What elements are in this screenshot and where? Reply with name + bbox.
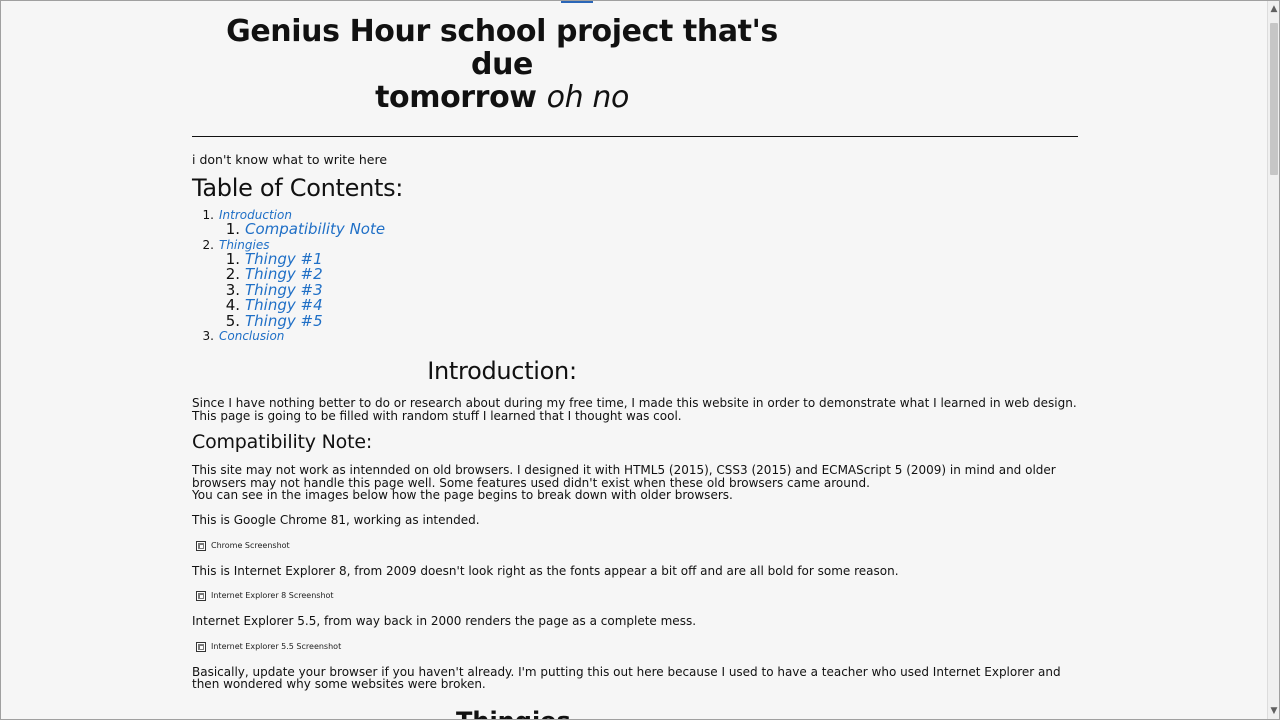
toc-subitem-thingy-5: 5. Thingy #5 <box>226 312 1078 330</box>
compatibility-heading: Compatibility Note: <box>192 431 373 454</box>
ie55-screenshot-image: Internet Explorer 5.5 Screenshot <box>196 640 1078 654</box>
broken-image-icon <box>196 591 206 602</box>
chrome-screenshot-alt: Chrome Screenshot <box>211 540 290 550</box>
toc-link-conclusion[interactable]: Conclusion <box>219 329 284 343</box>
toc-subitem-thingy-2: 2. Thingy #2 <box>226 266 1078 283</box>
scrollbar-thumb[interactable] <box>1270 23 1278 175</box>
toc-subitem-thingy-1: 1. Thingy #1 <box>226 251 1078 268</box>
introduction-paragraph: Since I have nothing better to do or res… <box>192 397 1078 422</box>
toc-subitem-compatibility: 1. Compatibility Note <box>226 220 1078 238</box>
scroll-up-arrow-icon[interactable]: ▲ <box>1268 1 1279 17</box>
compatibility-paragraph: This site may not work as intennded on o… <box>192 464 1078 502</box>
intro-blurb: i don't know what to write here <box>192 152 388 167</box>
toc-sublist-introduction: 1. Compatibility Note <box>219 220 1078 238</box>
page-viewport: Genius Hour school project that's due to… <box>1 1 1268 719</box>
ie8-screenshot-image: Internet Explorer 8 Screenshot <box>196 589 1078 603</box>
page-title-line1: Genius Hour school project that's due <box>226 14 778 82</box>
toc-subitem-thingy-4: 4. Thingy #4 <box>226 297 1078 314</box>
page-title-line2: tomorrow <box>375 80 537 115</box>
page-title-emphasis: oh no <box>546 80 630 115</box>
toc-item-number: 3. <box>202 329 214 343</box>
compatibility-line-1: This site may not work as intennded on o… <box>192 463 1056 490</box>
toc-link-thingy-5[interactable]: Thingy #5 <box>245 312 323 330</box>
ie55-caption: Internet Explorer 5.5, from way back in … <box>192 614 697 629</box>
browser-window: Genius Hour school project that's due to… <box>0 0 1280 720</box>
ie8-caption: This is Internet Explorer 8, from 2009 d… <box>192 563 899 578</box>
toc-item-number: 1. <box>202 208 214 222</box>
chrome-screenshot-image: Chrome Screenshot <box>196 539 1078 553</box>
toc-item-number: 2. <box>202 237 214 252</box>
page-title: Genius Hour school project that's due to… <box>192 15 812 114</box>
scroll-down-arrow-icon[interactable]: ▼ <box>1268 703 1279 719</box>
introduction-line-2: This page is going to be filled with ran… <box>192 408 682 423</box>
toc-heading: Table of Contents: <box>192 174 404 202</box>
toc-item-introduction: 1. Introduction 1. Compatibility Note <box>203 208 1078 238</box>
toc-item-conclusion: 3. Conclusion <box>203 329 1078 343</box>
thingies-heading: Thingies <box>456 707 571 719</box>
compatibility-line-2: You can see in the images below how the … <box>192 488 733 503</box>
toc-subitem-number: 1. <box>225 220 240 238</box>
broken-image-icon <box>196 641 206 652</box>
toc-sublist-thingies: 1. Thingy #1 2. Thingy #2 3. Thingy #3 4… <box>219 251 1078 330</box>
toc-subitem-number: 5. <box>225 311 240 330</box>
toc-link-compatibility-note[interactable]: Compatibility Note <box>245 220 385 238</box>
table-of-contents: 1. Introduction 1. Compatibility Note 2.… <box>192 208 1078 343</box>
compatibility-closing: Basically, update your browser if you ha… <box>192 664 1061 692</box>
broken-image-icon <box>196 540 206 551</box>
page-content: Genius Hour school project that's due to… <box>192 1 1078 719</box>
toc-subitem-thingy-3: 3. Thingy #3 <box>226 282 1078 299</box>
vertical-scrollbar[interactable]: ▲ ▼ <box>1267 1 1279 719</box>
title-divider <box>192 136 1078 137</box>
ie8-screenshot-alt: Internet Explorer 8 Screenshot <box>211 591 334 601</box>
chrome-caption: This is Google Chrome 81, working as int… <box>192 512 480 527</box>
ie55-screenshot-alt: Internet Explorer 5.5 Screenshot <box>211 641 342 651</box>
toc-item-thingies: 2. Thingies 1. Thingy #1 2. Thingy #2 3. <box>203 238 1078 330</box>
introduction-heading: Introduction: <box>427 357 577 385</box>
